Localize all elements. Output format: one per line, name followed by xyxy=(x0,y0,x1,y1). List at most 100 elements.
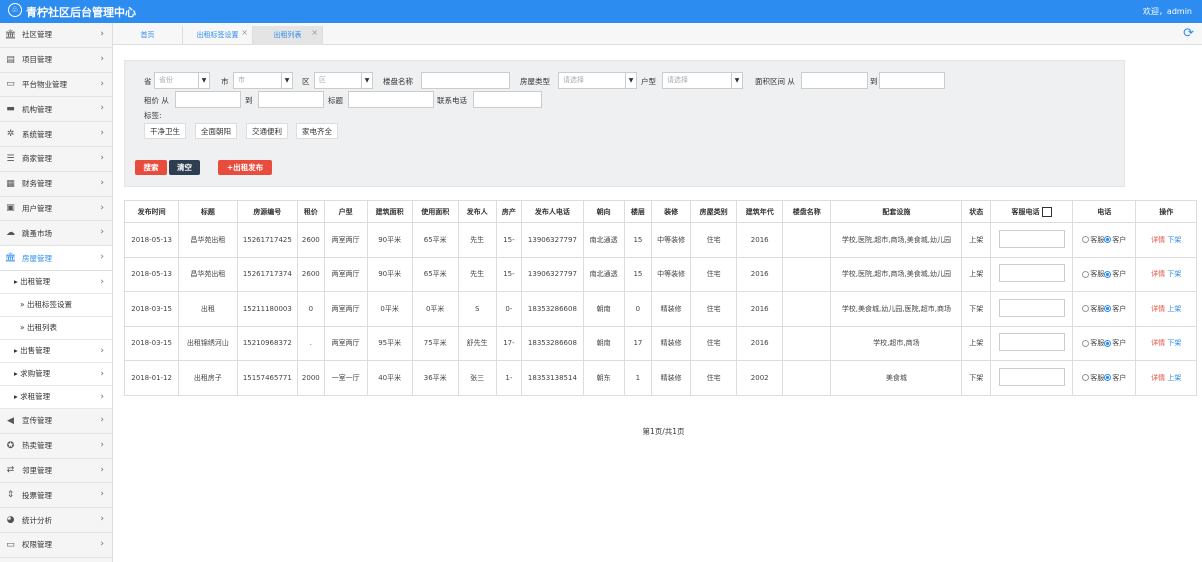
table-cell: 0 xyxy=(623,291,653,327)
radio-customer[interactable] xyxy=(1104,305,1112,313)
tab-rent-tags[interactable]: 出租标签设置 × xyxy=(183,26,253,45)
table-cell: 0平米 xyxy=(411,291,459,327)
refresh-icon[interactable]: ⟳ xyxy=(1183,26,1194,41)
table-cell xyxy=(782,256,832,292)
phone-input[interactable] xyxy=(473,91,542,108)
shelf-toggle-link[interactable]: 上架 xyxy=(1167,305,1181,313)
shelf-toggle-link[interactable]: 下架 xyxy=(1167,270,1181,278)
rent-from-input[interactable] xyxy=(175,91,241,108)
close-icon[interactable]: × xyxy=(241,23,248,42)
sidebar-item-user[interactable]: ▣ 用户管理 › xyxy=(0,197,112,222)
sidebar-item-property[interactable]: ▭ 平台物业管理 › xyxy=(0,73,112,98)
city-select[interactable]: 市 ▼ xyxy=(233,72,293,89)
chevron-right-icon: › xyxy=(100,538,104,549)
clear-button[interactable]: 清空 xyxy=(169,160,200,175)
radio-service[interactable] xyxy=(1082,374,1090,382)
radio-customer[interactable] xyxy=(1104,236,1112,244)
sidebar-sub-buy[interactable]: ▸ 求购管理 › xyxy=(0,362,112,386)
sidebar-sub-seek-rent[interactable]: ▸ 求租管理 › xyxy=(0,385,112,409)
tab-home[interactable]: 首页 xyxy=(113,26,183,45)
sidebar-item-statistics[interactable]: ◕ 统计分析 › xyxy=(0,508,112,533)
area-to-input[interactable] xyxy=(879,72,945,89)
layout-select[interactable]: 请选择 ▼ xyxy=(662,72,743,89)
close-icon[interactable]: × xyxy=(311,23,318,42)
table-cell: 中等装修 xyxy=(651,256,692,292)
sidebar-item-neighbor[interactable]: ⇄ 邻里管理 › xyxy=(0,459,112,484)
detail-link[interactable]: 详情 xyxy=(1151,305,1165,313)
table-cell: 2016 xyxy=(736,291,784,327)
tab-bar: 首页 出租标签设置 × 出租列表 × ⟳ xyxy=(113,23,1202,45)
sidebar-item-institution[interactable]: ▬ 机构管理 › xyxy=(0,97,112,123)
phone-radio-cell: 客服 客户 xyxy=(1071,222,1137,258)
sidebar-sub-rent-tags[interactable]: » 出租标签设置 xyxy=(0,293,112,317)
edit-icon[interactable] xyxy=(1041,206,1052,217)
detail-link[interactable]: 详情 xyxy=(1151,236,1165,244)
table-cell: 上架 xyxy=(961,256,992,292)
table-cell: 上架 xyxy=(961,325,992,361)
radio-service[interactable] xyxy=(1082,236,1090,244)
shelf-toggle-link[interactable]: 下架 xyxy=(1167,339,1181,347)
sidebar-item-community[interactable]: 🏛 社区管理 › xyxy=(0,23,112,48)
shelf-toggle-link[interactable]: 下架 xyxy=(1167,236,1181,244)
sidebar-item-flea-market[interactable]: ☁ 跳蚤市场 › xyxy=(0,221,112,247)
house-type-select[interactable]: 请选择 ▼ xyxy=(558,72,637,89)
province-select[interactable]: 省份 ▼ xyxy=(154,72,210,89)
detail-link[interactable]: 详情 xyxy=(1151,270,1165,278)
column-header: 楼层 xyxy=(623,200,653,223)
area-to-label: 到 xyxy=(870,77,878,86)
radio-service[interactable] xyxy=(1082,305,1090,313)
rent-to-input[interactable] xyxy=(258,91,324,108)
service-phone-input[interactable] xyxy=(998,333,1065,352)
table-cell: . xyxy=(297,325,325,361)
tags-label: 标签: xyxy=(144,111,162,120)
radio-customer[interactable] xyxy=(1104,270,1112,278)
search-button[interactable]: 搜索 xyxy=(135,160,167,175)
sidebar-item-merchant[interactable]: ☰ 商家管理 › xyxy=(0,147,112,172)
sidebar: 🏛 社区管理 › ▤ 项目管理 › ▭ 平台物业管理 › ▬ 机构管理 › ✲ 系统管理 › ☰ 商家… xyxy=(0,23,113,562)
table-row: 2018-05-13 昌华苑出租 15261717374 2600 两室两厅 90平米 65… xyxy=(123,256,1197,292)
tag-appliances[interactable]: 家电齐全 xyxy=(296,123,338,139)
district-select[interactable]: 区 ▼ xyxy=(314,72,373,89)
phone-radio-cell: 客服 客户 xyxy=(1071,360,1137,396)
sidebar-sub-rent-list[interactable]: » 出租列表 xyxy=(0,316,112,340)
table-cell: 90平米 xyxy=(366,222,413,258)
table-cell: 出租房子 xyxy=(178,360,238,396)
detail-link[interactable]: 详情 xyxy=(1151,339,1165,347)
radio-customer[interactable] xyxy=(1104,339,1112,347)
publish-button[interactable]: +出租发布 xyxy=(218,160,272,175)
title-input[interactable] xyxy=(348,91,434,108)
caret-down-icon: ▼ xyxy=(731,73,742,88)
sidebar-item-permission[interactable]: ▭ 权限管理 › xyxy=(0,533,112,558)
radio-service[interactable] xyxy=(1082,270,1090,278)
sidebar-item-house[interactable]: 🏛 房屋管理 › xyxy=(0,246,112,271)
radio-customer[interactable] xyxy=(1104,374,1112,382)
column-header: 发布人 xyxy=(457,200,497,223)
service-phone-input[interactable] xyxy=(998,264,1065,283)
sidebar-item-hot-sale[interactable]: ✪ 热卖管理 › xyxy=(0,434,112,459)
detail-link[interactable]: 详情 xyxy=(1151,374,1165,382)
table-cell: 学校,超市,商场 xyxy=(830,325,963,361)
tab-rent-list[interactable]: 出租列表 × xyxy=(253,26,323,45)
chevron-right-icon: › xyxy=(100,103,104,114)
service-phone-cell xyxy=(990,291,1073,327)
sidebar-item-finance[interactable]: ▦ 财务管理 › xyxy=(0,172,112,197)
estate-input[interactable] xyxy=(421,72,510,89)
sidebar-item-system[interactable]: ✲ 系统管理 › xyxy=(0,122,112,147)
tag-sunny[interactable]: 全面朝阳 xyxy=(195,123,237,139)
service-phone-input[interactable] xyxy=(998,298,1065,317)
tag-transport[interactable]: 交通便利 xyxy=(246,123,288,139)
table-cell: 15261717374 xyxy=(236,256,299,292)
area-from-input[interactable] xyxy=(801,72,868,89)
sidebar-item-project[interactable]: ▤ 项目管理 › xyxy=(0,48,112,73)
sidebar-sub-rent[interactable]: ▸ 出租管理 › xyxy=(0,270,112,294)
service-phone-input[interactable] xyxy=(998,229,1065,248)
shelf-toggle-link[interactable]: 上架 xyxy=(1167,374,1181,382)
area-from-label: 面积区间 从 xyxy=(755,77,795,86)
sidebar-item-vote[interactable]: ⇕ 投票管理 › xyxy=(0,483,112,509)
column-header: 发布人电话 xyxy=(521,200,584,223)
sidebar-sub-sale[interactable]: ▸ 出售管理 › xyxy=(0,339,112,363)
table-cell: 南北通透 xyxy=(582,256,625,292)
radio-service[interactable] xyxy=(1082,339,1090,347)
service-phone-input[interactable] xyxy=(998,367,1065,386)
tag-clean[interactable]: 干净卫生 xyxy=(144,123,186,139)
